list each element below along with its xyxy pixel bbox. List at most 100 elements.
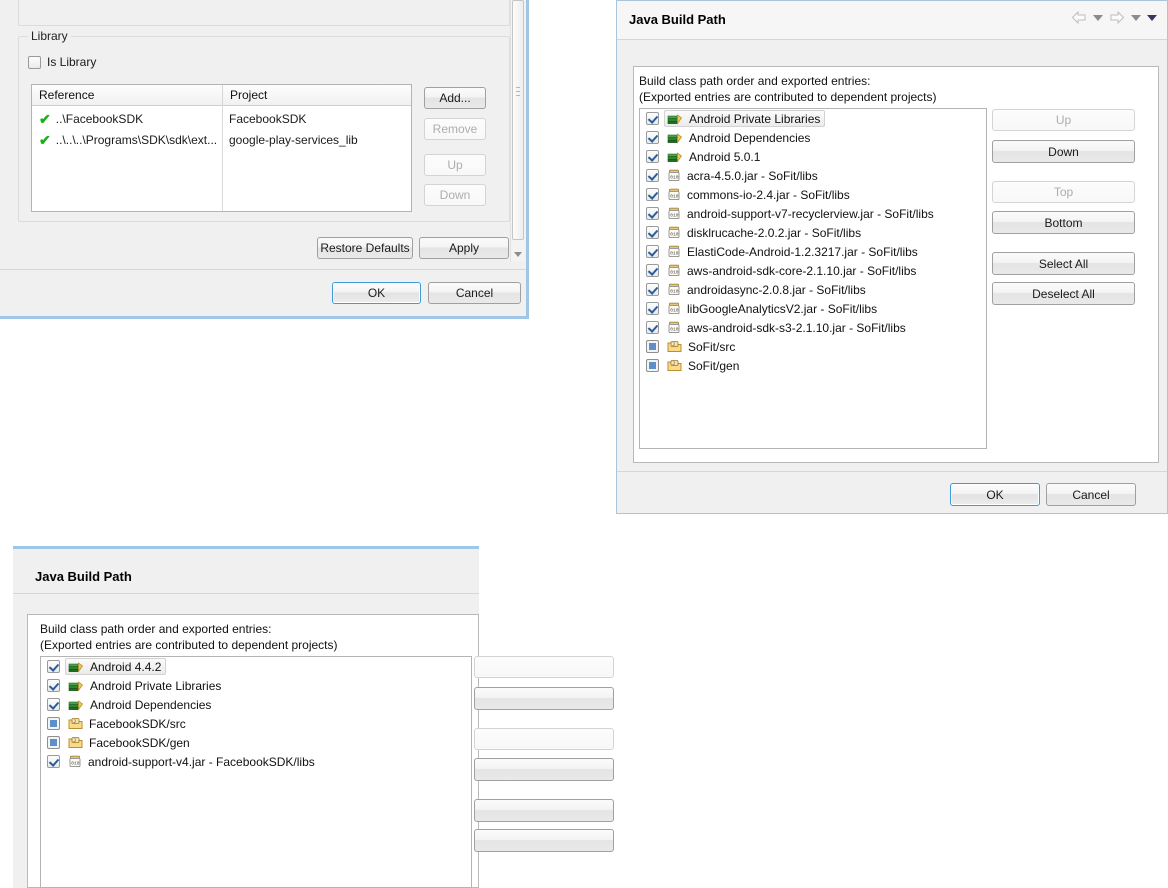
dialog-top-edge bbox=[13, 546, 479, 549]
entry-checkbox-greyed[interactable] bbox=[47, 717, 60, 730]
nav-icon-group bbox=[1071, 10, 1157, 25]
forward-arrow-icon[interactable] bbox=[1109, 10, 1125, 25]
dialog-title-bar: Java Build Path bbox=[617, 1, 1167, 39]
jar-icon: 010 bbox=[667, 264, 681, 277]
entry-checkbox-greyed[interactable] bbox=[646, 340, 659, 353]
chevron-down-icon[interactable] bbox=[1131, 14, 1141, 21]
entry-checkbox-checked[interactable] bbox=[646, 150, 659, 163]
scrollbar-thumb[interactable] bbox=[512, 0, 524, 240]
deselect-all-button[interactable] bbox=[474, 829, 614, 852]
deselect-all-button[interactable]: Deselect All bbox=[992, 282, 1135, 305]
entry-checkbox-checked[interactable] bbox=[646, 207, 659, 220]
properties-vertical-scrollbar[interactable] bbox=[510, 0, 525, 262]
entry-checkbox-greyed[interactable] bbox=[646, 359, 659, 372]
list-item[interactable]: Android Dependencies bbox=[41, 695, 471, 714]
entry-checkbox-checked[interactable] bbox=[646, 188, 659, 201]
top-left-properties-panel: Library Is Library Reference Project ✔ .… bbox=[0, 0, 529, 319]
ok-button[interactable]: OK bbox=[332, 282, 421, 304]
bottom-button[interactable]: Bottom bbox=[992, 211, 1135, 234]
list-item[interactable]: 010 commons-io-2.4.jar - SoFit/libs bbox=[640, 185, 986, 204]
entry-checkbox-checked[interactable] bbox=[646, 226, 659, 239]
entry-label-wrap: 010 commons-io-2.4.jar - SoFit/libs bbox=[664, 186, 855, 203]
source-package-icon: J bbox=[68, 736, 83, 749]
list-item[interactable]: Android Private Libraries bbox=[41, 676, 471, 695]
list-item[interactable]: 010 aws-android-sdk-s3-2.1.10.jar - SoFit… bbox=[640, 318, 986, 337]
list-item[interactable]: Android Dependencies bbox=[640, 128, 986, 147]
scroll-down-arrow-icon[interactable] bbox=[514, 252, 522, 257]
down-button[interactable] bbox=[474, 687, 614, 710]
list-item[interactable]: J FacebookSDK/src bbox=[41, 714, 471, 733]
library-books-icon bbox=[68, 698, 84, 711]
entry-checkbox-checked[interactable] bbox=[646, 321, 659, 334]
library-reference-table[interactable]: Reference Project ✔ ..\FacebookSDK Faceb… bbox=[31, 84, 412, 212]
library-group-title: Library bbox=[28, 29, 71, 43]
entry-checkbox-checked[interactable] bbox=[47, 679, 60, 692]
up-button[interactable]: Up bbox=[992, 109, 1135, 131]
column-header-project[interactable]: Project bbox=[222, 85, 411, 105]
add-button[interactable]: Add... bbox=[424, 87, 486, 109]
is-library-checkbox-row[interactable]: Is Library bbox=[28, 55, 96, 69]
list-item[interactable]: J SoFit/src bbox=[640, 337, 986, 356]
restore-defaults-button[interactable]: Restore Defaults bbox=[317, 237, 413, 259]
select-all-button[interactable]: Select All bbox=[992, 252, 1135, 275]
list-item[interactable]: J FacebookSDK/gen bbox=[41, 733, 471, 752]
reference-text: ..\..\..\Programs\SDK\sdk\ext... bbox=[55, 132, 218, 147]
apply-button[interactable]: Apply bbox=[419, 237, 509, 259]
top-button[interactable] bbox=[474, 728, 614, 750]
entry-checkbox-checked[interactable] bbox=[646, 112, 659, 125]
entry-checkbox-checked[interactable] bbox=[646, 169, 659, 182]
entry-label-wrap: 010 acra-4.5.0.jar - SoFit/libs bbox=[664, 167, 823, 184]
list-item[interactable]: J SoFit/gen bbox=[640, 356, 986, 375]
up-button[interactable] bbox=[474, 656, 614, 678]
chevron-down-icon[interactable] bbox=[1093, 14, 1103, 21]
entry-checkbox-checked[interactable] bbox=[646, 264, 659, 277]
list-item[interactable]: 010 androidasync-2.0.8.jar - SoFit/libs bbox=[640, 280, 986, 299]
is-library-checkbox[interactable] bbox=[28, 55, 41, 69]
entry-label: aws-android-sdk-core-2.1.10.jar - SoFit/… bbox=[687, 263, 917, 278]
down-button[interactable]: Down bbox=[992, 140, 1135, 163]
down-button[interactable]: Down bbox=[424, 184, 486, 206]
list-item[interactable]: 010 libGoogleAnalyticsV2.jar - SoFit/libs bbox=[640, 299, 986, 318]
select-all-button[interactable] bbox=[474, 799, 614, 822]
build-path-entries-list[interactable]: Android 4.4.2 Android Private Libraries An… bbox=[40, 656, 472, 888]
column-header-reference[interactable]: Reference bbox=[32, 85, 222, 105]
entry-label: Android Private Libraries bbox=[90, 678, 222, 693]
entry-checkbox-checked[interactable] bbox=[646, 283, 659, 296]
cancel-button[interactable]: Cancel bbox=[1046, 483, 1136, 506]
list-item[interactable]: 010 disklrucache-2.0.2.jar - SoFit/libs bbox=[640, 223, 986, 242]
entry-label: Android 5.0.1 bbox=[689, 149, 761, 164]
list-item[interactable]: 010 android-support-v7-recyclerview.jar -… bbox=[640, 204, 986, 223]
list-item[interactable]: 010 acra-4.5.0.jar - SoFit/libs bbox=[640, 166, 986, 185]
entry-checkbox-checked[interactable] bbox=[47, 660, 60, 673]
list-item[interactable]: Android 4.4.2 bbox=[41, 657, 471, 676]
entry-label: libGoogleAnalyticsV2.jar - SoFit/libs bbox=[687, 301, 878, 316]
list-item[interactable]: 010 ElastiCode-Android-1.2.3217.jar - SoF… bbox=[640, 242, 986, 261]
bottom-button[interactable] bbox=[474, 758, 614, 781]
back-arrow-icon[interactable] bbox=[1071, 10, 1087, 25]
entry-checkbox-checked[interactable] bbox=[646, 245, 659, 258]
screenshot-root: Library Is Library Reference Project ✔ .… bbox=[0, 0, 1168, 888]
up-button[interactable]: Up bbox=[424, 154, 486, 176]
entry-label-wrap: Android Dependencies bbox=[664, 129, 815, 146]
entry-label-wrap: 010 libGoogleAnalyticsV2.jar - SoFit/libs bbox=[664, 300, 882, 317]
list-item[interactable]: 010 android-support-v4.jar - FacebookSDK/… bbox=[41, 752, 471, 771]
ok-button[interactable]: OK bbox=[950, 483, 1040, 506]
title-separator bbox=[13, 593, 479, 594]
list-item[interactable]: Android 5.0.1 bbox=[640, 147, 986, 166]
cancel-button[interactable]: Cancel bbox=[428, 282, 521, 304]
entry-label-wrap: Android 4.4.2 bbox=[65, 658, 167, 675]
build-path-entries-list[interactable]: Android Private Libraries Android Depende… bbox=[639, 108, 987, 449]
entry-label: FacebookSDK/gen bbox=[89, 735, 190, 750]
list-item[interactable]: 010 aws-android-sdk-core-2.1.10.jar - SoF… bbox=[640, 261, 986, 280]
entry-checkbox-greyed[interactable] bbox=[47, 736, 60, 749]
entry-checkbox-checked[interactable] bbox=[646, 302, 659, 315]
top-button[interactable]: Top bbox=[992, 181, 1135, 203]
view-menu-caret-icon[interactable] bbox=[1147, 14, 1157, 21]
entry-checkbox-checked[interactable] bbox=[47, 755, 60, 768]
remove-button[interactable]: Remove bbox=[424, 118, 486, 140]
entry-checkbox-checked[interactable] bbox=[47, 698, 60, 711]
entry-checkbox-checked[interactable] bbox=[646, 131, 659, 144]
jar-icon: 010 bbox=[667, 245, 681, 258]
entry-label-wrap: 010 disklrucache-2.0.2.jar - SoFit/libs bbox=[664, 224, 866, 241]
list-item[interactable]: Android Private Libraries bbox=[640, 109, 986, 128]
